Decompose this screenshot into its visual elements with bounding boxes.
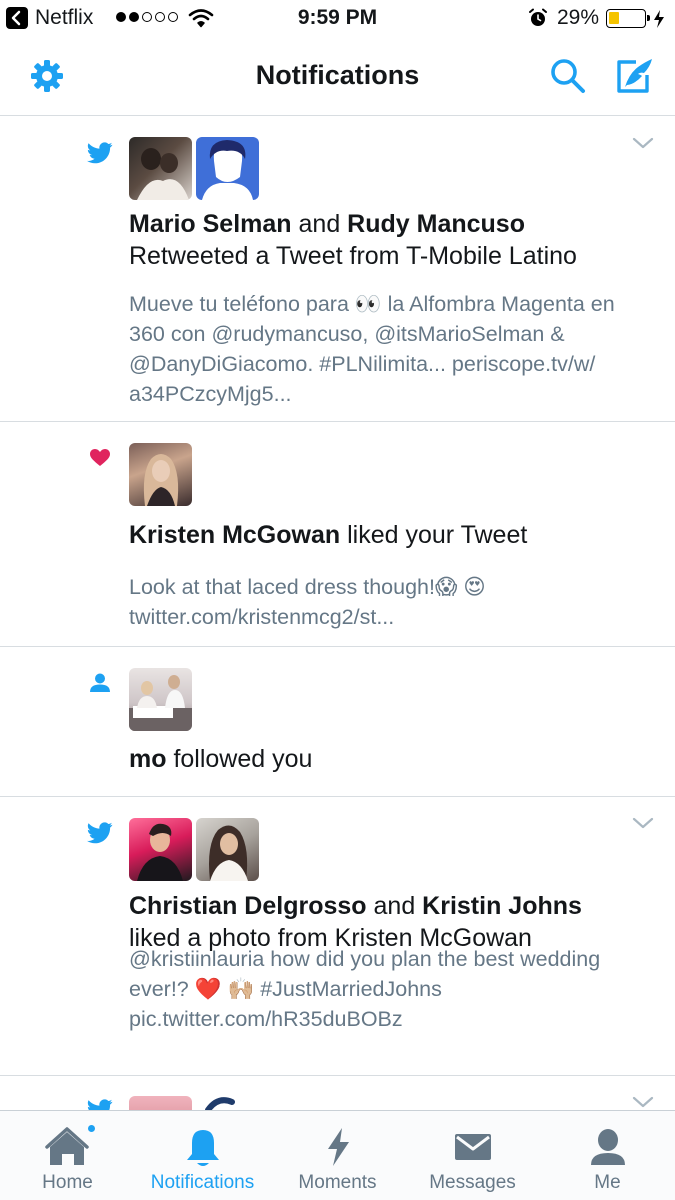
action-text: liked your Tweet bbox=[340, 521, 528, 549]
action-text: followed you bbox=[166, 745, 313, 773]
chevron-down-icon[interactable] bbox=[631, 135, 655, 151]
search-button[interactable] bbox=[548, 56, 588, 96]
avatar[interactable] bbox=[196, 1096, 259, 1110]
connector-text: and bbox=[366, 892, 423, 920]
notification-headline: mo followed you bbox=[129, 743, 647, 775]
compose-icon bbox=[617, 59, 652, 93]
avatar[interactable] bbox=[129, 1096, 192, 1110]
unread-dot bbox=[86, 1123, 97, 1134]
tweet-snippet[interactable]: Look at that laced dress though!😱 😍 twit… bbox=[129, 572, 655, 632]
tab-label: Notifications bbox=[150, 1172, 255, 1193]
actor-name[interactable]: Kristen McGowan bbox=[129, 521, 340, 549]
snippet-text: Look at that laced dress though!😱 😍 bbox=[129, 575, 486, 599]
action-text: Retweeted a Tweet from T-Mobile Latino bbox=[129, 242, 577, 270]
heart-icon bbox=[86, 444, 114, 472]
avatar[interactable] bbox=[129, 668, 192, 731]
chevron-down-icon[interactable] bbox=[631, 815, 655, 831]
actor-name[interactable]: Mario Selman bbox=[129, 210, 292, 238]
tab-notifications[interactable]: Notifications bbox=[135, 1111, 270, 1200]
actor-name[interactable]: Kristin Johns bbox=[422, 892, 582, 920]
tweet-snippet[interactable]: @kristiinlauria how did you plan the bes… bbox=[129, 944, 655, 1034]
person-icon bbox=[86, 669, 114, 697]
notification-item[interactable]: Christian Delgrosso and Kristin Johns li… bbox=[0, 797, 675, 1076]
compose-tweet-button[interactable] bbox=[614, 56, 654, 96]
avatar[interactable] bbox=[196, 818, 259, 881]
tab-label: Me bbox=[594, 1172, 621, 1193]
notification-item[interactable]: mo followed you bbox=[0, 647, 675, 797]
avatar[interactable] bbox=[129, 443, 192, 506]
snippet-text: a34PCzcyMjg5... bbox=[129, 382, 292, 406]
charging-bolt-icon bbox=[653, 9, 665, 34]
person-icon bbox=[590, 1129, 625, 1165]
notification-headline: Kristen McGowan liked your Tweet bbox=[129, 519, 647, 551]
chevron-down-icon[interactable] bbox=[631, 1094, 655, 1110]
status-bar: Netflix 9:59 PM 29% bbox=[0, 0, 675, 38]
twitter-bird-icon bbox=[86, 819, 114, 847]
tab-bar: Home Notifications Moments Messages Me bbox=[0, 1110, 675, 1200]
battery-icon bbox=[606, 9, 650, 28]
tab-label: Moments bbox=[298, 1172, 377, 1193]
tab-messages[interactable]: Messages bbox=[405, 1111, 540, 1200]
battery-percentage: 29% bbox=[557, 6, 600, 29]
notifications-feed[interactable]: Mario Selman and Rudy Mancuso Retweeted … bbox=[0, 117, 675, 1110]
actor-name[interactable]: Rudy Mancuso bbox=[347, 210, 525, 238]
tweet-snippet[interactable]: Mueve tu teléfono para 👀 la Alfombra Mag… bbox=[129, 289, 655, 409]
tab-moments[interactable]: Moments bbox=[270, 1111, 405, 1200]
avatar[interactable] bbox=[129, 818, 192, 881]
lightning-icon bbox=[327, 1128, 349, 1166]
snippet-text: twitter.com/kristenmcg2/st... bbox=[129, 605, 395, 629]
notification-headline: Mario Selman and Rudy Mancuso Retweeted … bbox=[129, 208, 647, 272]
actor-name[interactable]: Christian Delgrosso bbox=[129, 892, 367, 920]
search-icon bbox=[551, 59, 585, 93]
tab-home[interactable]: Home bbox=[0, 1111, 135, 1200]
avatar[interactable] bbox=[129, 137, 192, 200]
envelope-icon bbox=[454, 1134, 491, 1160]
snippet-text: pic.twitter.com/hR35duBOBz bbox=[129, 1007, 403, 1031]
tab-label: Messages bbox=[429, 1172, 516, 1193]
tab-me[interactable]: Me bbox=[540, 1111, 675, 1200]
twitter-bird-icon bbox=[86, 1096, 114, 1110]
home-icon bbox=[44, 1127, 89, 1165]
notification-item[interactable]: Kristen McGowan liked your Tweet Look at… bbox=[0, 422, 675, 647]
connector-text: and bbox=[291, 210, 348, 238]
notification-item[interactable] bbox=[0, 1076, 675, 1110]
notification-item[interactable]: Mario Selman and Rudy Mancuso Retweeted … bbox=[0, 117, 675, 422]
alarm-icon bbox=[528, 8, 548, 33]
navigation-header: Notifications bbox=[0, 38, 675, 116]
actor-name[interactable]: mo bbox=[129, 745, 167, 773]
avatar[interactable] bbox=[196, 137, 259, 200]
snippet-text: @kristiinlauria how did you plan the bes… bbox=[129, 947, 601, 1001]
snippet-text: Mueve tu teléfono para 👀 la Alfombra Mag… bbox=[129, 292, 615, 376]
bell-icon bbox=[186, 1130, 219, 1166]
tab-label: Home bbox=[42, 1172, 93, 1193]
twitter-bird-icon bbox=[86, 139, 114, 167]
